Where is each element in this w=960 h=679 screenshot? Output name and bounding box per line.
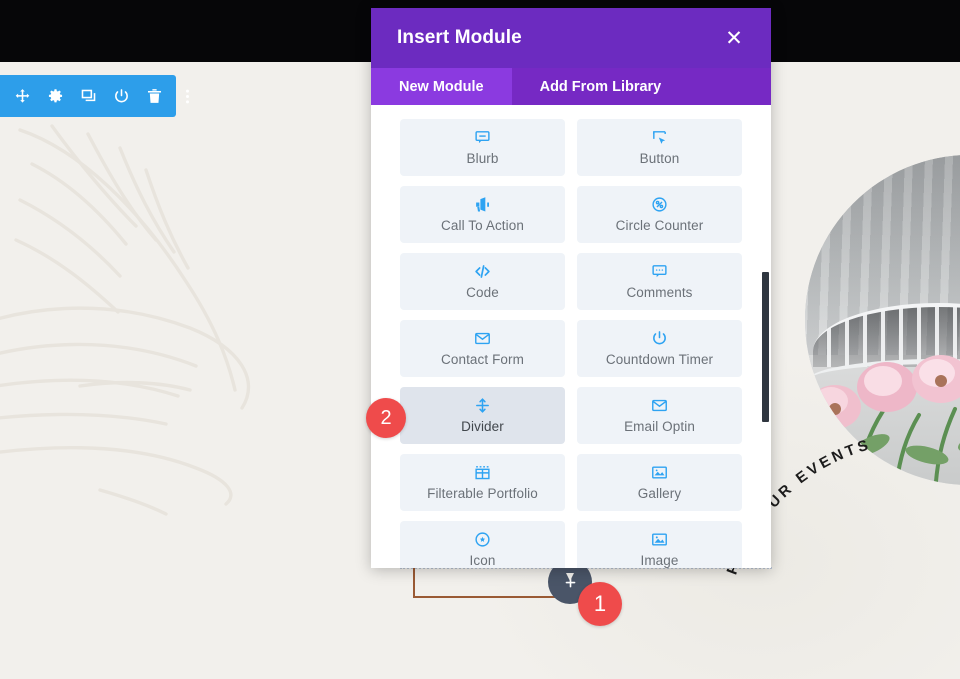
gallery-icon xyxy=(651,464,668,481)
module-card-label: Divider xyxy=(461,419,504,434)
module-card-label: Gallery xyxy=(637,486,682,501)
module-card-label: Call To Action xyxy=(441,218,524,233)
module-card-label: Circle Counter xyxy=(615,218,704,233)
module-card-filterable-portfolio[interactable]: Filterable Portfolio xyxy=(400,454,565,511)
module-card-label: Icon xyxy=(469,553,496,568)
module-card-comments[interactable]: Comments xyxy=(577,253,742,310)
module-card-label: Countdown Timer xyxy=(605,352,714,367)
module-card-image[interactable]: Image xyxy=(577,521,742,568)
tab-add-from-library[interactable]: Add From Library xyxy=(512,68,690,105)
modal-scrollbar-thumb[interactable] xyxy=(762,272,769,422)
move-icon[interactable] xyxy=(14,88,31,105)
module-card-contact-form[interactable]: Contact Form xyxy=(400,320,565,377)
modal-tabs: New Module Add From Library xyxy=(371,68,771,105)
modal-scrollbar-track[interactable] xyxy=(762,105,770,568)
hero-photo xyxy=(805,155,960,485)
step-badge-1: 1 xyxy=(578,582,622,626)
screenshot-root: FOR YOUR EVENTS LOWER FAR xyxy=(0,0,960,679)
grid-table-icon xyxy=(474,464,491,481)
code-icon xyxy=(474,263,491,280)
module-card-label: Comments xyxy=(626,285,693,300)
tab-new-module[interactable]: New Module xyxy=(371,68,512,105)
module-card-circle-counter[interactable]: Circle Counter xyxy=(577,186,742,243)
plus-icon xyxy=(565,577,575,587)
module-card-code[interactable]: Code xyxy=(400,253,565,310)
module-card-label: Email Optin xyxy=(624,419,695,434)
module-card-icon[interactable]: Icon xyxy=(400,521,565,568)
modal-title: Insert Module xyxy=(397,27,522,48)
module-card-label: Contact Form xyxy=(441,352,524,367)
image-icon xyxy=(651,531,668,548)
module-card-gallery[interactable]: Gallery xyxy=(577,454,742,511)
modal-body: Blurb Button Call To Action Circle Counter C… xyxy=(371,105,771,568)
module-card-email-optin[interactable]: Email Optin xyxy=(577,387,742,444)
more-options-icon[interactable] xyxy=(179,88,196,105)
circle-counter-icon xyxy=(651,196,668,213)
megaphone-icon xyxy=(474,196,491,213)
clock-icon xyxy=(651,330,668,347)
module-action-toolbar[interactable] xyxy=(0,75,189,117)
module-card-label: Blurb xyxy=(466,151,499,166)
gear-icon[interactable] xyxy=(47,88,64,105)
envelope-icon xyxy=(651,397,668,414)
comments-icon xyxy=(651,263,668,280)
duplicate-icon[interactable] xyxy=(80,88,97,105)
module-card-label: Code xyxy=(466,285,499,300)
power-icon[interactable] xyxy=(113,88,130,105)
module-card-divider[interactable]: Divider xyxy=(400,387,565,444)
module-card-countdown-timer[interactable]: Countdown Timer xyxy=(577,320,742,377)
flowers-illustration xyxy=(809,355,960,485)
step-badge-2: 2 xyxy=(366,398,406,438)
module-grid: Blurb Button Call To Action Circle Counter C… xyxy=(400,119,742,568)
insert-module-modal: Insert Module ✕ New Module Add From Libr… xyxy=(371,8,771,568)
module-card-button[interactable]: Button xyxy=(577,119,742,176)
button-icon xyxy=(651,129,668,146)
close-icon[interactable]: ✕ xyxy=(723,27,745,49)
icon-target-icon xyxy=(474,531,491,548)
blurb-icon xyxy=(474,129,491,146)
trash-icon[interactable] xyxy=(146,88,163,105)
divider-icon xyxy=(474,397,491,414)
module-card-label: Filterable Portfolio xyxy=(427,486,538,501)
modal-header: Insert Module ✕ xyxy=(371,8,771,68)
module-card-label: Image xyxy=(640,553,679,568)
envelope-icon xyxy=(474,330,491,347)
module-card-blurb[interactable]: Blurb xyxy=(400,119,565,176)
module-card-call-to-action[interactable]: Call To Action xyxy=(400,186,565,243)
module-card-label: Button xyxy=(639,151,680,166)
